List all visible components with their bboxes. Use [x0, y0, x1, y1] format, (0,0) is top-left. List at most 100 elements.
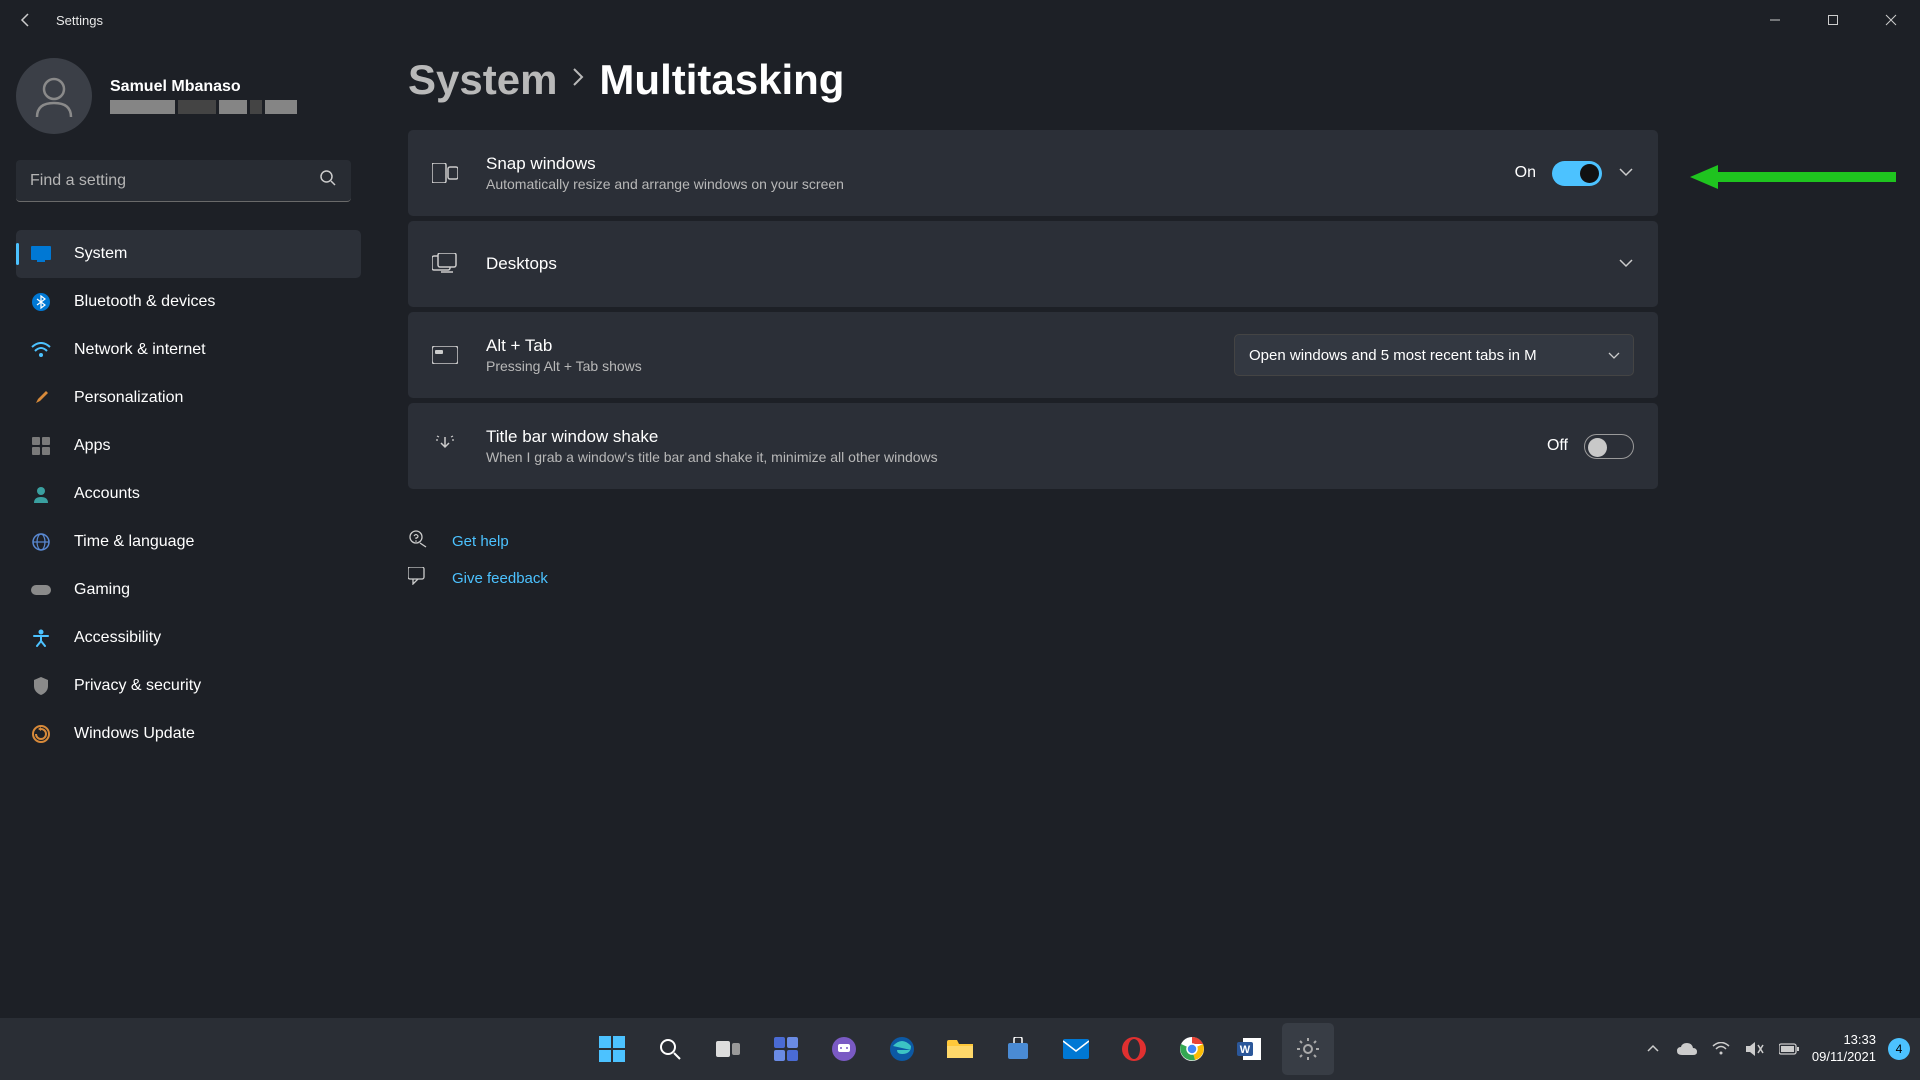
- window-title: Settings: [56, 13, 103, 28]
- apps-icon: [30, 435, 52, 457]
- clock-time: 13:33: [1812, 1032, 1876, 1049]
- accessibility-icon: [30, 627, 52, 649]
- widgets-button[interactable]: [760, 1023, 812, 1075]
- taskbar-center: W: [586, 1023, 1334, 1075]
- store-button[interactable]: [992, 1023, 1044, 1075]
- settings-button[interactable]: [1282, 1023, 1334, 1075]
- system-tray: 13:33 09/11/2021 4: [1642, 1032, 1910, 1066]
- edge-button[interactable]: [876, 1023, 928, 1075]
- snap-status: On: [1515, 164, 1536, 182]
- card-snap-windows[interactable]: Snap windows Automatically resize and ar…: [408, 130, 1658, 216]
- onedrive-icon[interactable]: [1676, 1038, 1698, 1060]
- nav-windows-update[interactable]: Windows Update: [16, 710, 361, 758]
- nav-network[interactable]: Network & internet: [16, 326, 361, 374]
- clock[interactable]: 13:33 09/11/2021: [1812, 1032, 1876, 1066]
- avatar: [16, 58, 92, 134]
- breadcrumb-root[interactable]: System: [408, 56, 557, 104]
- opera-button[interactable]: [1108, 1023, 1160, 1075]
- shake-toggle[interactable]: [1584, 434, 1634, 459]
- minimize-button[interactable]: [1746, 0, 1804, 40]
- nav-accounts[interactable]: Accounts: [16, 470, 361, 518]
- sidebar: Samuel Mbanaso System Bluetooth & device…: [16, 58, 361, 758]
- breadcrumb: System Multitasking: [408, 56, 1658, 104]
- alt-tab-sub: Pressing Alt + Tab shows: [486, 358, 1234, 374]
- card-alt-tab[interactable]: Alt + Tab Pressing Alt + Tab shows Open …: [408, 312, 1658, 398]
- nav-gaming[interactable]: Gaming: [16, 566, 361, 614]
- shake-status: Off: [1547, 437, 1568, 455]
- main-content: System Multitasking Snap windows Automat…: [408, 56, 1658, 589]
- chevron-right-icon: [571, 66, 585, 94]
- snap-toggle[interactable]: [1552, 161, 1602, 186]
- update-icon: [30, 723, 52, 745]
- snap-sub: Automatically resize and arrange windows…: [486, 176, 1515, 192]
- shake-icon: [432, 433, 458, 459]
- maximize-button[interactable]: [1804, 0, 1862, 40]
- settings-cards: Snap windows Automatically resize and ar…: [408, 130, 1658, 489]
- desktops-expand[interactable]: [1618, 255, 1634, 273]
- profile-name: Samuel Mbanaso: [110, 78, 297, 96]
- chrome-button[interactable]: [1166, 1023, 1218, 1075]
- titlebar: Settings: [0, 0, 1920, 40]
- person-icon: [30, 483, 52, 505]
- give-feedback-label: Give feedback: [452, 570, 548, 587]
- clock-date: 09/11/2021: [1812, 1049, 1876, 1066]
- search-button[interactable]: [644, 1023, 696, 1075]
- start-button[interactable]: [586, 1023, 638, 1075]
- profile[interactable]: Samuel Mbanaso: [16, 58, 361, 134]
- snap-expand[interactable]: [1618, 164, 1634, 182]
- globe-icon: [30, 531, 52, 553]
- volume-icon[interactable]: [1744, 1038, 1766, 1060]
- brush-icon: [30, 387, 52, 409]
- alt-tab-dropdown-value: Open windows and 5 most recent tabs in M: [1249, 347, 1537, 364]
- chat-button[interactable]: [818, 1023, 870, 1075]
- game-icon: [30, 579, 52, 601]
- help-icon: [408, 529, 430, 553]
- mail-button[interactable]: [1050, 1023, 1102, 1075]
- shake-sub: When I grab a window's title bar and sha…: [486, 449, 1547, 465]
- nav-apps[interactable]: Apps: [16, 422, 361, 470]
- close-button[interactable]: [1862, 0, 1920, 40]
- system-icon: [30, 243, 52, 265]
- get-help-label: Get help: [452, 533, 509, 550]
- back-button[interactable]: [14, 8, 38, 32]
- snap-icon: [432, 160, 458, 186]
- feedback-icon: [408, 567, 430, 589]
- wifi-tray-icon[interactable]: [1710, 1038, 1732, 1060]
- snap-title: Snap windows: [486, 154, 1515, 174]
- help-links: Get help Give feedback: [408, 529, 1658, 589]
- shield-icon: [30, 675, 52, 697]
- nav-privacy[interactable]: Privacy & security: [16, 662, 361, 710]
- window-controls: [1746, 0, 1920, 40]
- card-title-bar-shake[interactable]: Title bar window shake When I grab a win…: [408, 403, 1658, 489]
- word-button[interactable]: W: [1224, 1023, 1276, 1075]
- notification-badge[interactable]: 4: [1888, 1038, 1910, 1060]
- get-help-link[interactable]: Get help: [408, 529, 1658, 553]
- svg-text:W: W: [1240, 1044, 1251, 1056]
- profile-email-redacted: [110, 100, 297, 114]
- wifi-icon: [30, 339, 52, 361]
- search-box[interactable]: [16, 160, 351, 202]
- nav-personalization[interactable]: Personalization: [16, 374, 361, 422]
- profile-info: Samuel Mbanaso: [110, 78, 297, 114]
- nav-time-language[interactable]: Time & language: [16, 518, 361, 566]
- file-explorer-button[interactable]: [934, 1023, 986, 1075]
- nav-accessibility[interactable]: Accessibility: [16, 614, 361, 662]
- nav: System Bluetooth & devices Network & int…: [16, 230, 361, 758]
- task-view-button[interactable]: [702, 1023, 754, 1075]
- battery-icon[interactable]: [1778, 1038, 1800, 1060]
- breadcrumb-current: Multitasking: [599, 56, 844, 104]
- search-input[interactable]: [30, 172, 319, 190]
- annotation-arrow: [1690, 162, 1900, 197]
- shake-title: Title bar window shake: [486, 427, 1547, 447]
- tray-expand[interactable]: [1642, 1038, 1664, 1060]
- alt-tab-dropdown[interactable]: Open windows and 5 most recent tabs in M: [1234, 334, 1634, 376]
- alt-tab-title: Alt + Tab: [486, 336, 1234, 356]
- search-icon: [319, 169, 337, 192]
- nav-bluetooth[interactable]: Bluetooth & devices: [16, 278, 361, 326]
- nav-system[interactable]: System: [16, 230, 361, 278]
- chevron-down-icon: [1607, 347, 1621, 364]
- desktops-icon: [432, 251, 458, 277]
- give-feedback-link[interactable]: Give feedback: [408, 567, 1658, 589]
- bluetooth-icon: [30, 291, 52, 313]
- card-desktops[interactable]: Desktops: [408, 221, 1658, 307]
